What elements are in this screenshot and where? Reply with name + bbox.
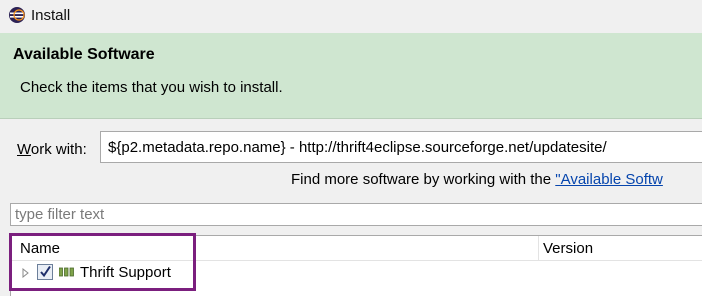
- column-header-name[interactable]: Name: [20, 240, 60, 257]
- wizard-header: Available Software Check the items that …: [0, 33, 702, 119]
- page-description: Check the items that you wish to install…: [20, 79, 283, 96]
- window-title: Install: [31, 7, 71, 24]
- find-more-text: Find more software by working with the "…: [291, 171, 663, 188]
- column-divider[interactable]: [538, 236, 539, 260]
- work-with-label: Work with:: [17, 141, 87, 158]
- wizard-content: Work with: ${p2.metadata.repo.name} - ht…: [0, 119, 702, 296]
- work-with-value: ${p2.metadata.repo.name} - http://thrift…: [108, 139, 607, 156]
- eclipse-icon: [9, 7, 25, 23]
- find-more-prefix: Find more software by working with the: [291, 171, 556, 188]
- title-bar: Install: [0, 0, 702, 34]
- checkbox-checked-icon[interactable]: [37, 264, 53, 280]
- available-software-sites-link[interactable]: "Available Softw: [555, 171, 663, 188]
- filter-input[interactable]: [10, 203, 702, 226]
- row-name: Thrift Support: [80, 264, 171, 281]
- work-with-mnemonic: W: [17, 141, 31, 158]
- feature-icon: [59, 267, 74, 277]
- table-row[interactable]: Thrift Support: [11, 261, 702, 285]
- table-header: Name Version: [11, 236, 702, 261]
- software-table: Name Version Thrift Support: [10, 235, 702, 296]
- work-with-combo[interactable]: ${p2.metadata.repo.name} - http://thrift…: [100, 131, 702, 163]
- page-title: Available Software: [13, 46, 155, 63]
- work-with-label-text: ork with:: [30, 141, 87, 158]
- column-header-version[interactable]: Version: [543, 240, 593, 257]
- expand-arrow-icon[interactable]: [22, 268, 30, 278]
